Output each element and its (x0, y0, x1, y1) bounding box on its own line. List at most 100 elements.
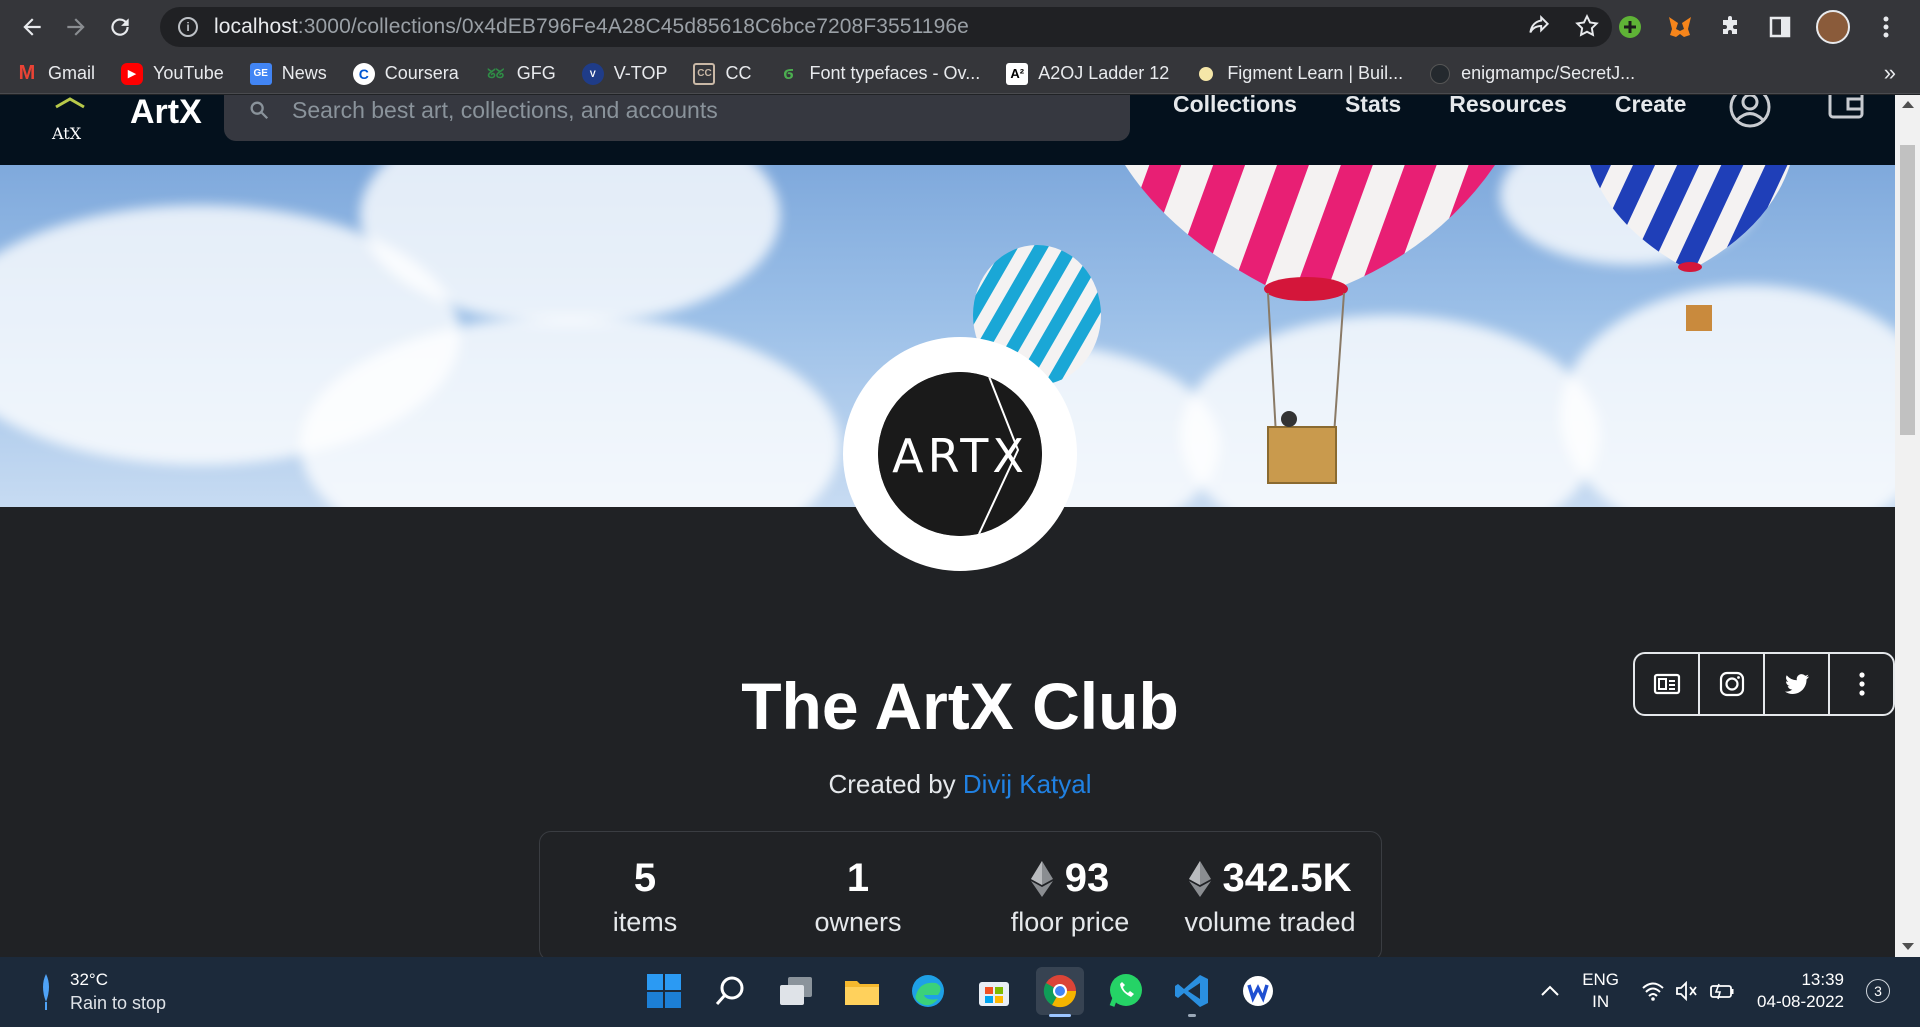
stat-volume-traded-label: volume traded (1184, 907, 1356, 937)
more-bookmarks-icon[interactable]: » (1884, 60, 1896, 86)
collection-title: The ArtX Club (741, 669, 1179, 743)
running-indicator (1188, 1014, 1196, 1017)
wifi-icon[interactable] (1641, 981, 1665, 1001)
nav-stats[interactable]: Stats (1345, 95, 1401, 118)
nav-resources[interactable]: Resources (1449, 95, 1567, 118)
search-input[interactable] (292, 96, 1112, 124)
edge-browser[interactable] (904, 967, 952, 1015)
back-icon[interactable] (10, 5, 54, 49)
vscode-icon (1175, 975, 1208, 1007)
search-bar[interactable] (224, 95, 1130, 141)
bookmark-github[interactable]: enigmampc/SecretJ... (1429, 63, 1635, 85)
more-icon (1858, 672, 1865, 696)
notification-badge[interactable]: 3 (1866, 979, 1890, 1003)
scroll-up-icon[interactable] (1902, 101, 1914, 108)
chrome-browser[interactable] (1036, 967, 1084, 1017)
start-button[interactable] (640, 967, 688, 1015)
profile-avatar[interactable] (1816, 10, 1850, 44)
edge-icon (912, 975, 944, 1007)
stat-volume-traded-value: 342.5K (1222, 856, 1352, 900)
wallet-icon[interactable] (1826, 95, 1866, 125)
social-links (1633, 652, 1895, 716)
brand-name[interactable]: ArtX (130, 95, 202, 129)
share-icon[interactable] (1526, 13, 1552, 39)
language-indicator[interactable]: ENG IN (1582, 969, 1619, 1013)
microsoft-store[interactable] (970, 967, 1018, 1015)
twitter-button[interactable] (1765, 654, 1830, 714)
task-view-icon (780, 977, 812, 1005)
artx-logo-icon[interactable]: AtX (48, 97, 94, 145)
bookmark-vtop[interactable]: V V-TOP (581, 62, 667, 85)
stat-floor-price-value: 93 (1064, 856, 1110, 900)
stat-volume-traded[interactable]: 342.5K volume traded (1170, 856, 1370, 938)
page-viewport: AtX ArtX Collections Stats Resources Cre… (0, 95, 1895, 957)
instagram-button[interactable] (1700, 654, 1765, 714)
site-info-icon[interactable]: i (178, 17, 198, 37)
volume-muted-icon[interactable] (1675, 981, 1699, 1001)
system-clock[interactable]: 13:39 04-08-2022 (1757, 969, 1844, 1013)
search-icon (715, 976, 744, 1005)
side-panel-icon[interactable] (1766, 13, 1794, 41)
stat-items[interactable]: 5 items (580, 856, 710, 938)
address-bar[interactable]: i localhost:3000/collections/0x4dEB796Fe… (160, 7, 1612, 47)
task-view[interactable] (772, 967, 820, 1015)
folder-icon (845, 981, 879, 1005)
wps-app[interactable] (1234, 967, 1282, 1015)
chrome-menu-icon[interactable] (1872, 13, 1900, 41)
bookmark-cc[interactable]: CC CC (693, 62, 751, 85)
stat-floor-price[interactable]: 93 floor price (995, 856, 1145, 938)
stat-owners-value: 1 (846, 856, 870, 900)
bookmarks-bar: M Gmail ▶ YouTube GE News C Coursera ᘜᘜ GFG V… (0, 54, 1920, 94)
vs-code[interactable] (1168, 967, 1216, 1017)
taskbar-search[interactable] (706, 967, 754, 1015)
svg-text:AtX: AtX (51, 124, 82, 143)
collection-avatar: ARTX (843, 337, 1077, 571)
forward-icon[interactable] (54, 5, 98, 49)
creator-link[interactable]: Divij Katyal (963, 769, 1092, 799)
bookmark-a2oj[interactable]: A² A2OJ Ladder 12 (1006, 62, 1169, 85)
page-scrollbar[interactable] (1895, 95, 1920, 957)
battery-icon[interactable] (1709, 981, 1735, 1001)
google-news-icon: GE (249, 62, 272, 85)
account-icon[interactable] (1728, 95, 1772, 129)
windows-icon (647, 974, 681, 1008)
stat-owners[interactable]: 1 owners (783, 856, 933, 938)
metamask-icon[interactable] (1666, 13, 1694, 41)
more-options-button[interactable] (1830, 654, 1893, 714)
whatsapp[interactable] (1102, 967, 1150, 1015)
extensions-puzzle-icon[interactable] (1716, 13, 1744, 41)
windows-taskbar: 32°C Rain to stop ENG IN 13:39 04-08-202… (0, 957, 1920, 1027)
app-w-icon (1243, 976, 1273, 1006)
scroll-thumb[interactable] (1900, 145, 1915, 435)
extension-green-icon[interactable] (1616, 13, 1644, 41)
active-indicator (1049, 1014, 1071, 1017)
bookmark-figment[interactable]: Figment Learn | Buil... (1195, 63, 1403, 85)
bookmark-gfg[interactable]: ᘜᘜ GFG (485, 63, 555, 85)
chrome-icon (1043, 975, 1077, 1008)
bookmark-font-typefaces[interactable]: ϭ Font typefaces - Ov... (777, 63, 980, 85)
weather-description: Rain to stop (70, 993, 167, 1013)
github-icon (1429, 63, 1451, 85)
collection-stats: 5 items 1 owners 93 floor price 342.5K v… (539, 831, 1382, 957)
nav-collections[interactable]: Collections (1173, 95, 1297, 118)
url-text[interactable]: localhost:3000/collections/0x4dEB796Fe4A… (214, 15, 969, 39)
instagram-icon (1719, 671, 1744, 697)
bookmark-youtube[interactable]: ▶ YouTube (121, 62, 224, 85)
reload-icon[interactable] (98, 5, 142, 49)
file-explorer[interactable] (838, 967, 886, 1015)
bookmark-gmail[interactable]: M Gmail (16, 62, 95, 85)
bookmark-star-icon[interactable] (1574, 13, 1600, 39)
nav-create[interactable]: Create (1615, 95, 1687, 118)
chevron-up-icon[interactable] (1540, 985, 1560, 997)
website-button[interactable] (1635, 654, 1700, 714)
stat-floor-price-label: floor price (1010, 907, 1130, 937)
scroll-down-icon[interactable] (1902, 943, 1914, 950)
bookmark-coursera[interactable]: C Coursera (352, 62, 459, 85)
gmail-icon: M (18, 62, 36, 84)
artx-avatar-logo: ARTX (878, 372, 1042, 536)
bookmark-news[interactable]: GE News (249, 62, 327, 85)
weather-widget[interactable]: 32°C Rain to stop (36, 970, 166, 1014)
stat-items-value: 5 (633, 856, 657, 900)
site-header: AtX ArtX Collections Stats Resources Cre… (0, 95, 1895, 165)
figment-icon (1195, 63, 1217, 85)
